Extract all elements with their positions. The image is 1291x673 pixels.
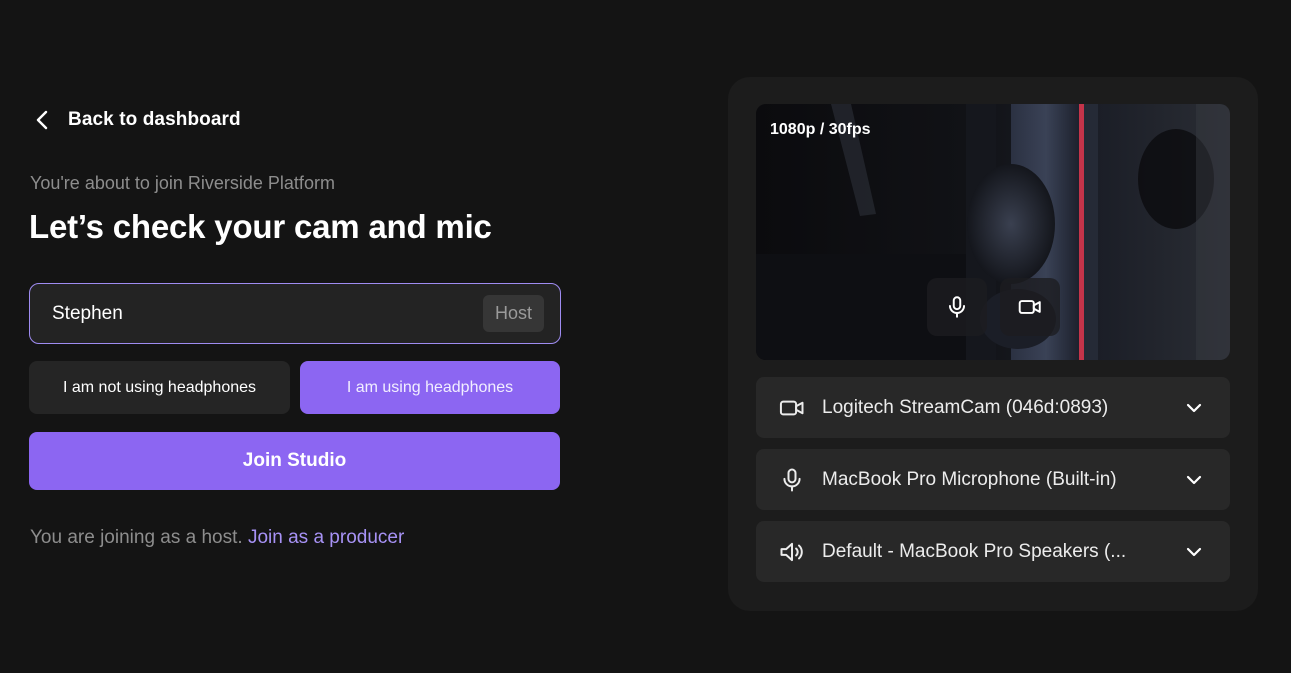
microphone-select-value: MacBook Pro Microphone (Built-in) [822,468,1117,490]
microphone-select[interactable]: MacBook Pro Microphone (Built-in) [756,449,1230,510]
join-as-producer-link[interactable]: Join as a producer [248,527,404,548]
chevron-down-icon [1186,403,1202,412]
camera-select-value: Logitech StreamCam (046d:0893) [822,396,1109,418]
page-title: Let’s check your cam and mic [29,208,492,245]
role-badge: Host [482,295,544,332]
joining-as-note: You are joining as a host. Join as a pro… [30,527,404,549]
back-to-dashboard-link[interactable]: Back to dashboard [30,106,241,134]
back-label: Back to dashboard [68,109,241,130]
mic-toggle-button[interactable] [927,278,987,336]
speaker-select[interactable]: Default - MacBook Pro Speakers (... [756,521,1230,582]
not-using-headphones-button[interactable]: I am not using headphones [29,361,290,414]
camera-preview: 1080p / 30fps [756,104,1230,360]
name-field[interactable]: Host [29,283,561,344]
speaker-icon [780,542,803,561]
using-headphones-button[interactable]: I am using headphones [300,361,560,414]
joining-as-text: You are joining as a host. [30,527,243,548]
join-studio-button[interactable]: Join Studio [29,432,560,490]
camera-toggle-button[interactable] [1000,278,1060,336]
resolution-label: 1080p / 30fps [770,121,871,138]
video-camera-icon [779,400,804,415]
microphone-icon [948,296,966,318]
chevron-left-icon [36,110,48,130]
camera-select[interactable]: Logitech StreamCam (046d:0893) [756,377,1230,438]
join-studio-page: Back to dashboard You're about to join R… [0,0,1291,673]
microphone-icon [783,468,801,491]
camera-feed-image [756,104,1230,360]
name-input[interactable] [52,302,432,325]
video-camera-icon [1018,300,1041,314]
chevron-down-icon [1186,475,1202,484]
speaker-select-value: Default - MacBook Pro Speakers (... [822,540,1127,562]
chevron-down-icon [1186,547,1202,556]
device-panel: 1080p / 30fps Logitech StreamCam (046d:0… [728,77,1258,611]
join-subtitle: You're about to join Riverside Platform [30,173,335,193]
